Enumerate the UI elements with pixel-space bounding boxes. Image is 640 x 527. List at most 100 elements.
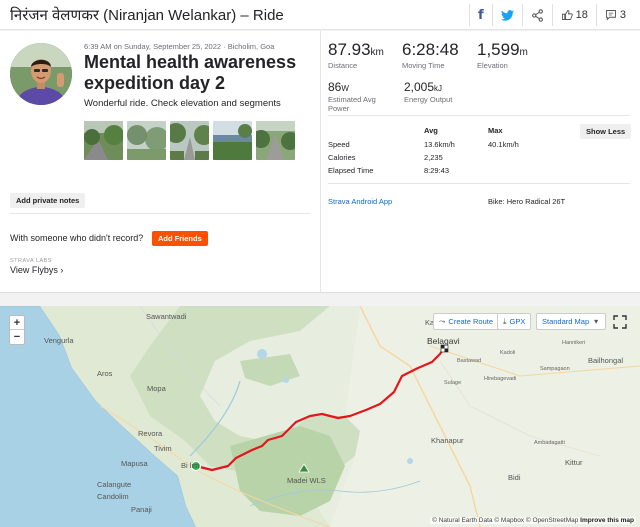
map-label: Aros bbox=[97, 369, 113, 378]
map-type-label: Standard Map bbox=[542, 317, 590, 326]
divider bbox=[10, 213, 310, 214]
map-label: Belagavi bbox=[427, 336, 460, 346]
activity-summary-card: 6:39 AM on Sunday, September 25, 2022 · … bbox=[0, 31, 640, 293]
download-icon: ⤓ bbox=[503, 316, 507, 326]
map-label: Tivim bbox=[154, 444, 172, 453]
map-label: Bastawad bbox=[457, 358, 482, 364]
row-avg: 13.6km/h bbox=[424, 140, 455, 149]
stat-distance: 87.93km Distance bbox=[328, 40, 384, 70]
kudos-count: 18 bbox=[575, 9, 588, 21]
map-label: Khanapur bbox=[431, 436, 464, 445]
stat-elevation: 1,599m Elevation bbox=[477, 40, 528, 70]
stat-power: 86W Estimated Avg Power bbox=[328, 80, 394, 113]
comment-icon bbox=[605, 10, 616, 21]
map-label: Mopa bbox=[147, 384, 166, 393]
row-label: Calories bbox=[328, 153, 356, 162]
energy-unit: kJ bbox=[434, 84, 443, 93]
activity-title: Mental health awareness expedition day 2 bbox=[84, 52, 297, 93]
zoom-out-button[interactable]: − bbox=[10, 330, 24, 344]
map-label: Sulage bbox=[444, 380, 462, 386]
twitter-share-icon[interactable] bbox=[491, 4, 522, 26]
zoom-control: + − bbox=[9, 315, 25, 345]
facebook-share-icon[interactable]: f bbox=[468, 4, 492, 26]
improve-map-link[interactable]: Improve this map bbox=[580, 517, 634, 524]
activity-header: निरंजन वेलणकर (Niranjan Welankar) – Ride… bbox=[0, 0, 640, 30]
map-label: Vengurla bbox=[44, 336, 74, 345]
photo-thumbnail[interactable] bbox=[256, 121, 295, 160]
map-label: Bailhongal bbox=[588, 356, 624, 365]
row-label: Elapsed Time bbox=[328, 166, 374, 175]
map-label: Bidi bbox=[508, 473, 521, 482]
header-actions: f 18 3 bbox=[468, 4, 634, 26]
someone-prompt: With someone who didn't record? bbox=[10, 233, 144, 243]
gpx-label: GPX bbox=[509, 317, 526, 326]
map-label: Hannikeri bbox=[562, 340, 586, 346]
strava-labs-label: STRAVA LABS bbox=[10, 258, 52, 264]
activity-description: Wonderful ride. Check elevation and segm… bbox=[84, 98, 281, 109]
stat-moving-time: 6:28:48 Moving Time bbox=[402, 40, 459, 70]
map-label: Kittur bbox=[565, 458, 583, 467]
row-avg: 8:29:43 bbox=[424, 166, 450, 175]
gpx-button[interactable]: ⤓ GPX bbox=[497, 313, 532, 330]
route-map[interactable]: + − Ka ⤳ Create Route ⤓ GPX Standard Map ▾ … bbox=[0, 306, 640, 527]
attribution-text: © Natural Earth Data © Mapbox © OpenStre… bbox=[432, 517, 579, 524]
moving-time-label: Moving Time bbox=[402, 61, 445, 70]
power-label: Estimated Avg Power bbox=[328, 95, 376, 113]
photo-thumbnails bbox=[84, 121, 295, 160]
energy-value: 2,005 bbox=[404, 80, 435, 94]
comments-count: 3 bbox=[619, 9, 626, 21]
avatar[interactable] bbox=[10, 43, 72, 105]
moving-time-value: 6:28:48 bbox=[402, 40, 459, 59]
elevation-label: Elevation bbox=[477, 61, 508, 70]
divider bbox=[328, 115, 630, 116]
comments-button[interactable]: 3 bbox=[595, 4, 634, 26]
power-unit: W bbox=[341, 84, 349, 93]
divider bbox=[328, 183, 630, 184]
zoom-in-button[interactable]: + bbox=[10, 316, 24, 330]
add-friends-button[interactable]: Add Friends bbox=[152, 231, 208, 246]
energy-label: Energy Output bbox=[404, 95, 453, 104]
fullscreen-icon[interactable] bbox=[613, 315, 627, 329]
park-marker bbox=[298, 463, 310, 473]
elevation-unit: m bbox=[519, 47, 528, 58]
map-label: Sawantwadi bbox=[146, 312, 187, 321]
row-avg: 2,235 bbox=[424, 153, 443, 162]
view-flybys-link[interactable]: View Flybys › bbox=[10, 265, 63, 275]
map-label: Candolim bbox=[97, 492, 129, 501]
stat-energy: 2,005kJ Energy Output bbox=[404, 80, 452, 104]
page-title: निरंजन वेलणकर (Niranjan Welankar) – Ride bbox=[10, 7, 284, 24]
show-less-button[interactable]: Show Less bbox=[580, 124, 632, 139]
route-line bbox=[190, 344, 449, 473]
route-icon: ⤳ bbox=[439, 316, 446, 326]
map-label: Madei WLS bbox=[287, 476, 326, 485]
map-label: Revora bbox=[138, 429, 163, 438]
map-label: Panaji bbox=[131, 505, 152, 514]
share-icon[interactable] bbox=[521, 4, 552, 26]
photo-thumbnail[interactable] bbox=[127, 121, 166, 160]
photo-thumbnail[interactable] bbox=[170, 121, 209, 160]
add-private-notes-button[interactable]: Add private notes bbox=[10, 193, 86, 208]
distance-label: Distance bbox=[328, 61, 358, 70]
kudos-button[interactable]: 18 bbox=[551, 4, 596, 26]
col-max-header: Max bbox=[488, 126, 503, 135]
elevation-value: 1,599 bbox=[477, 40, 520, 59]
distance-unit: km bbox=[370, 47, 384, 58]
bike-info: Bike: Hero Radical 26T bbox=[488, 197, 566, 206]
kudos-icon bbox=[561, 10, 573, 20]
device-link[interactable]: Strava Android App bbox=[328, 197, 392, 206]
activity-date-location: 6:39 AM on Sunday, September 25, 2022 · … bbox=[84, 42, 275, 51]
photo-thumbnail[interactable] bbox=[213, 121, 252, 160]
divider bbox=[320, 31, 321, 293]
create-route-button[interactable]: ⤳ Create Route bbox=[433, 313, 500, 330]
photo-thumbnail[interactable] bbox=[84, 121, 123, 160]
create-route-label: Create Route bbox=[448, 317, 494, 326]
map-attribution: © Natural Earth Data © Mapbox © OpenStre… bbox=[430, 517, 636, 524]
map-label: Mapusa bbox=[121, 459, 148, 468]
map-type-select[interactable]: Standard Map ▾ bbox=[536, 313, 606, 330]
map-label: Kadoli bbox=[500, 350, 516, 356]
row-max: 40.1km/h bbox=[488, 140, 519, 149]
map-label: Hirebagevadi bbox=[484, 376, 517, 382]
map-label: Calangute bbox=[97, 480, 132, 489]
map-label: Ambadagatti bbox=[534, 440, 565, 446]
caret-down-icon: ▾ bbox=[594, 317, 599, 326]
